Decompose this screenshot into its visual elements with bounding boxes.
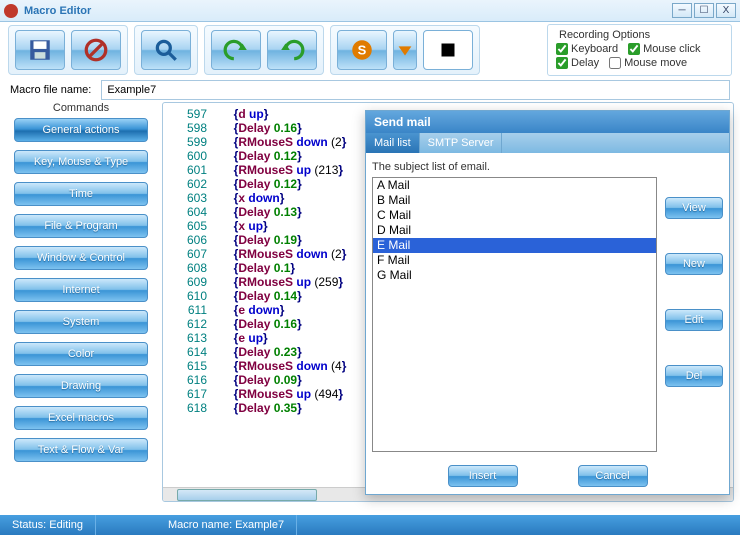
redo-arrow-icon <box>279 37 305 63</box>
cmd-internet[interactable]: Internet <box>14 278 148 302</box>
app-icon <box>4 4 18 18</box>
list-item[interactable]: F Mail <box>373 253 656 268</box>
dialog-tabs: Mail list SMTP Server <box>366 133 729 153</box>
nosign-icon <box>83 37 109 63</box>
title-bar: Macro Editor ─ ☐ X <box>0 0 740 22</box>
cmd-system[interactable]: System <box>14 310 148 334</box>
cancel-action-button[interactable] <box>71 30 121 70</box>
save-button[interactable] <box>15 30 65 70</box>
view-button[interactable]: View <box>665 197 723 219</box>
status-editing: Status: Editing <box>0 515 96 535</box>
filename-row: Macro file name: <box>0 78 740 102</box>
undo-button[interactable] <box>211 30 261 70</box>
chk-keyboard[interactable] <box>556 43 568 55</box>
insert-button[interactable]: Insert <box>448 465 518 487</box>
chk-mouse-click[interactable] <box>628 43 640 55</box>
cmd-general-actions[interactable]: General actions <box>14 118 148 142</box>
stop-button[interactable] <box>423 30 473 70</box>
undo-arrow-icon <box>223 37 249 63</box>
cmd-time[interactable]: Time <box>14 182 148 206</box>
dialog-label: The subject list of email. <box>372 159 657 177</box>
recording-options: Recording Options Keyboard Mouse click D… <box>547 24 732 76</box>
filename-input[interactable] <box>101 80 730 100</box>
cmd-excel-macros[interactable]: Excel macros <box>14 406 148 430</box>
record-icon: S <box>349 37 375 63</box>
app-title: Macro Editor <box>24 5 670 17</box>
list-item[interactable]: A Mail <box>373 178 656 193</box>
redo-button[interactable] <box>267 30 317 70</box>
list-item[interactable]: B Mail <box>373 193 656 208</box>
down-arrow-icon <box>394 37 416 63</box>
close-button[interactable]: X <box>716 3 736 18</box>
record-run-button[interactable]: S <box>337 30 387 70</box>
cmd-text-flow-var[interactable]: Text & Flow & Var <box>14 438 148 462</box>
chk-mouse-move[interactable] <box>609 57 621 69</box>
tab-mail-list[interactable]: Mail list <box>366 133 420 153</box>
new-button[interactable]: New <box>665 253 723 275</box>
status-macro-name: Macro name: Example7 <box>156 515 297 535</box>
list-item[interactable]: E Mail <box>373 238 656 253</box>
scrollbar-thumb[interactable] <box>177 489 317 501</box>
opt-keyboard[interactable]: Keyboard <box>556 43 618 55</box>
opt-mouse-move[interactable]: Mouse move <box>609 57 687 69</box>
search-button[interactable] <box>141 30 191 70</box>
chk-delay[interactable] <box>556 57 568 69</box>
list-item[interactable]: C Mail <box>373 208 656 223</box>
magnifier-icon <box>153 37 179 63</box>
mail-listbox[interactable]: A MailB MailC MailD MailE MailF MailG Ma… <box>372 177 657 452</box>
tab-smtp-server[interactable]: SMTP Server <box>420 133 503 153</box>
cmd-color[interactable]: Color <box>14 342 148 366</box>
floppy-icon <box>27 37 53 63</box>
del-button[interactable]: Del <box>665 365 723 387</box>
status-bar: Status: Editing Macro name: Example7 <box>0 515 740 535</box>
edit-button[interactable]: Edit <box>665 309 723 331</box>
commands-legend: Commands <box>6 102 156 114</box>
list-item[interactable]: G Mail <box>373 268 656 283</box>
cmd-file-program[interactable]: File & Program <box>14 214 148 238</box>
filename-label: Macro file name: <box>10 84 91 96</box>
cmd-key-mouse-type[interactable]: Key, Mouse & Type <box>14 150 148 174</box>
cmd-window-control[interactable]: Window & Control <box>14 246 148 270</box>
next-step-button[interactable] <box>393 30 417 70</box>
minimize-button[interactable]: ─ <box>672 3 692 18</box>
cancel-button[interactable]: Cancel <box>578 465 648 487</box>
opt-delay[interactable]: Delay <box>556 57 599 69</box>
list-item[interactable]: D Mail <box>373 223 656 238</box>
maximize-button[interactable]: ☐ <box>694 3 714 18</box>
svg-text:S: S <box>358 42 367 57</box>
stop-icon <box>435 37 461 63</box>
dialog-title: Send mail <box>366 111 729 133</box>
recording-options-legend: Recording Options <box>556 29 653 41</box>
opt-mouse-click[interactable]: Mouse click <box>628 43 700 55</box>
send-mail-dialog: Send mail Mail list SMTP Server The subj… <box>365 110 730 495</box>
commands-panel: Commands General actions Key, Mouse & Typ… <box>6 102 156 502</box>
cmd-drawing[interactable]: Drawing <box>14 374 148 398</box>
toolbar: S Recording Options Keyboard Mouse click… <box>0 22 740 78</box>
